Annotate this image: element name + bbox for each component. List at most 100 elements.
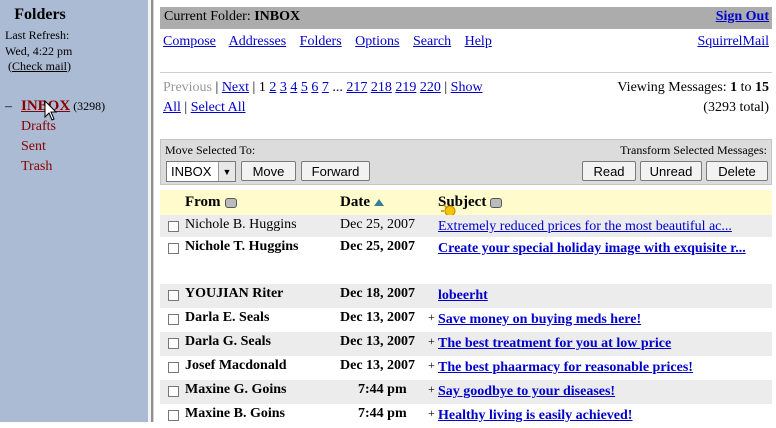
row-checkbox[interactable] (168, 243, 179, 254)
subject-link[interactable]: Extremely reduced prices for the most be… (438, 219, 732, 234)
check-mail-link[interactable]: Check mail (12, 59, 67, 73)
page-link[interactable]: 4 (290, 80, 297, 95)
table-row[interactable]: YOUJIAN Riter Dec 18, 2007 lobeerht (160, 284, 772, 308)
table-row[interactable]: Nichole T. Huggins Dec 25, 2007 Create you… (160, 237, 772, 284)
page-link[interactable]: 6 (311, 80, 318, 95)
target-folder-select[interactable]: INBOX ▼ (166, 161, 236, 182)
page-link[interactable]: 3 (280, 80, 287, 95)
menu-folders[interactable]: Folders (300, 34, 342, 49)
page-nav: Previous | Next | 1 2 3 4 5 6 7 ... 217 … (163, 80, 483, 115)
current-folder-name: INBOX (254, 9, 301, 24)
main-menu: Compose Addresses Folders Options Search… (163, 34, 502, 50)
row-subject: Save money on buying meds here! (438, 308, 768, 331)
page-link[interactable]: 7 (322, 80, 329, 95)
sign-out-link[interactable]: Sign Out (716, 9, 769, 25)
page-link[interactable]: 218 (371, 80, 392, 95)
row-date: Dec 18, 2007 (340, 286, 416, 301)
folders-title: Folders (14, 6, 66, 23)
table-row[interactable]: Maxine G. Goins 7:44 pm + Say goodbye to yo… (160, 380, 772, 404)
forward-button[interactable]: Forward (301, 161, 370, 181)
row-date: Dec 25, 2007 (340, 217, 416, 232)
read-button[interactable]: Read (582, 161, 636, 181)
menu-addresses[interactable]: Addresses (229, 34, 287, 49)
row-from: Nichole T. Huggins (185, 239, 299, 254)
menu-help[interactable]: Help (465, 34, 492, 49)
table-row[interactable]: Nichole B. Huggins Dec 25, 2007 Extremely … (160, 215, 772, 237)
page-link[interactable]: 2 (269, 80, 276, 95)
subject-link[interactable]: Say goodbye to your diseases! (438, 384, 615, 399)
unread-button[interactable]: Unread (640, 161, 702, 181)
title-bar: Current Folder: INBOX Sign Out (160, 7, 772, 29)
row-checkbox[interactable] (168, 221, 179, 232)
sort-ascending-icon[interactable] (374, 199, 384, 206)
target-folder-value: INBOX (171, 164, 212, 179)
row-subject: Say goodbye to your diseases! (438, 380, 768, 403)
viewing-to: 15 (755, 80, 769, 95)
collapse-toggle[interactable]: – (5, 97, 21, 117)
show-all-link-a[interactable]: Show (451, 80, 483, 95)
subject-link[interactable]: Save money on buying meds here! (438, 312, 641, 327)
page-link[interactable]: 5 (301, 80, 308, 95)
show-all-link-b[interactable]: All (163, 100, 181, 115)
folder-item-sent[interactable]: Sent (5, 137, 105, 157)
row-from: YOUJIAN Riter (185, 286, 284, 301)
row-checkbox[interactable] (168, 410, 179, 421)
row-attachment-flag: + (428, 358, 435, 372)
menu-compose[interactable]: Compose (163, 34, 216, 49)
row-subject: The best treatment for you at low price (438, 332, 768, 355)
mouse-cursor-icon (44, 100, 58, 121)
message-list-pane: Current Folder: INBOX Sign Out Compose A… (160, 0, 772, 428)
row-checkbox[interactable] (168, 362, 179, 373)
row-date: Dec 13, 2007 (340, 310, 416, 325)
column-date[interactable]: Date (340, 194, 384, 211)
next-page-link[interactable]: Next (222, 80, 249, 95)
page-link[interactable]: 220 (420, 80, 441, 95)
table-row[interactable]: Josef Macdonald Dec 13, 2007 + The best pha… (160, 356, 772, 380)
check-mail: (Check mail) (8, 59, 71, 73)
squirrelmail-link[interactable]: SquirrelMail (697, 34, 769, 50)
delete-button[interactable]: Delete (706, 161, 768, 181)
select-all-link[interactable]: Select All (191, 100, 246, 115)
row-subject: Create your special holiday image with e… (438, 237, 768, 260)
row-subject: The best phaarmacy for reasonable prices… (438, 356, 768, 379)
row-attachment-flag: + (428, 310, 435, 324)
row-checkbox[interactable] (168, 290, 179, 301)
viewing-to-word: to (740, 80, 752, 95)
subject-link[interactable]: Healthy living is easily achieved! (438, 408, 632, 423)
row-from: Nichole B. Huggins (185, 217, 297, 232)
column-from[interactable]: From (185, 194, 237, 211)
row-checkbox[interactable] (168, 338, 179, 349)
menu-search[interactable]: Search (413, 34, 451, 49)
folder-item-trash[interactable]: Trash (5, 157, 105, 177)
menu-options[interactable]: Options (355, 34, 399, 49)
folder-pane: Folders Last Refresh: Wed, 4:22 pm (Chec… (0, 0, 148, 422)
table-row[interactable]: Maxine B. Goins 7:44 pm + Healthy living is… (160, 404, 772, 428)
row-checkbox[interactable] (168, 314, 179, 325)
pagination-bar: Previous | Next | 1 2 3 4 5 6 7 ... 217 … (160, 72, 772, 119)
row-checkbox[interactable] (168, 386, 179, 397)
page-link[interactable]: 219 (395, 80, 416, 95)
move-selected-label: Move Selected To: (165, 143, 256, 157)
subject-link[interactable]: The best phaarmacy for reasonable prices… (438, 360, 693, 375)
table-row[interactable]: Darla E. Seals Dec 13, 2007 + Save money on… (160, 308, 772, 332)
row-subject: lobeerht (438, 284, 768, 307)
frame-divider-highlight (153, 0, 154, 422)
page-link[interactable]: 217 (346, 80, 367, 95)
subject-link[interactable]: The best treatment for you at low price (438, 336, 671, 351)
folder-link-trash[interactable]: Trash (21, 157, 52, 177)
folder-link-sent[interactable]: Sent (21, 137, 46, 157)
last-refresh-label: Last Refresh: (5, 28, 70, 42)
column-from-label: From (185, 194, 221, 210)
subject-link[interactable]: Create your special holiday image with e… (438, 241, 746, 256)
row-attachment-flag: + (428, 334, 435, 348)
chevron-down-icon[interactable]: ▼ (218, 162, 235, 181)
transform-label: Transform Selected Messages: (620, 143, 767, 157)
row-from: Josef Macdonald (185, 358, 287, 373)
table-row[interactable]: Darla G. Seals Dec 13, 2007 + The best trea… (160, 332, 772, 356)
message-table-header: From Date Subject (160, 190, 772, 217)
sort-icon[interactable] (490, 197, 503, 208)
move-button[interactable]: Move (241, 161, 296, 181)
subject-link[interactable]: lobeerht (438, 288, 488, 303)
sort-icon[interactable] (224, 197, 237, 208)
row-date: 7:44 pm (358, 382, 407, 397)
